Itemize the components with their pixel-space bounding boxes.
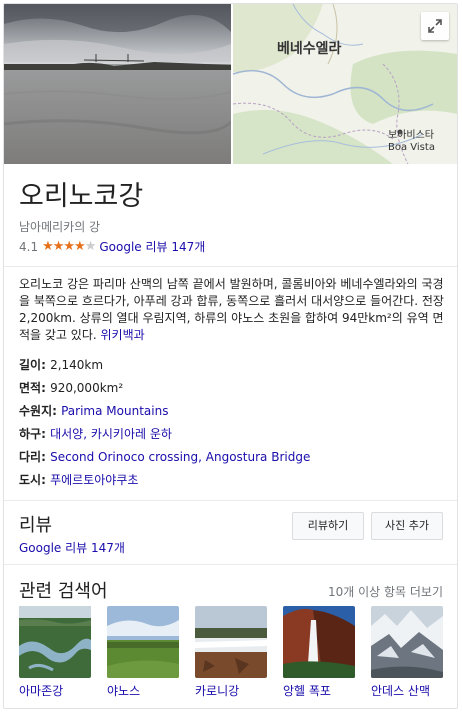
fact-label: 다리 [19, 450, 42, 464]
add-photo-button[interactable]: 사진 추가 [371, 512, 443, 540]
map-city-label-en: Boa Vista [388, 142, 435, 153]
related-item-label: 야노스 [107, 684, 141, 698]
map-thumbnail[interactable]: 베네수엘라 보아비스타 Boa Vista [233, 4, 457, 164]
river-thumbnail-icon [19, 606, 91, 678]
star-rating-icon: ★★★★★ [42, 239, 96, 254]
map-city-label: 보아비스타 Boa Vista [388, 130, 435, 154]
hero-images: 베네수엘라 보아비스타 Boa Vista [4, 4, 457, 164]
fact-source: 수원지: Parima Mountains [19, 404, 169, 418]
related-item-caroni[interactable]: 카로니강 [195, 606, 267, 699]
fact-label: 도시 [19, 473, 42, 487]
page-title: 오리노코강 [19, 181, 144, 212]
wikipedia-link[interactable]: 위키백과 [101, 328, 145, 342]
fact-label: 수원지 [19, 404, 53, 418]
related-item-amazon[interactable]: 아마존강 [19, 606, 91, 699]
grassland-thumbnail-icon [107, 606, 179, 678]
divider [4, 500, 457, 501]
related-item-label: 아마존강 [19, 684, 64, 698]
write-review-button[interactable]: 리뷰하기 [292, 512, 364, 540]
knowledge-panel: 베네수엘라 보아비스타 Boa Vista 오리노코강 남아메리카의 강 4.1… [3, 3, 458, 709]
divider [4, 266, 457, 267]
fact-link[interactable]: Second Orinoco crossing, Angostura Bridg… [50, 450, 310, 464]
related-item-andes[interactable]: 안데스 산맥 [371, 606, 443, 699]
fact-link[interactable]: 푸에르토아야쿠초 [50, 473, 138, 487]
related-item-angel-falls[interactable]: 앙헬 폭포 [283, 606, 355, 699]
related-list: 아마존강 야노스 카로니강 앙헬 폭포 안데스 산맥 [19, 606, 443, 699]
related-item-llanos[interactable]: 야노스 [107, 606, 179, 699]
entity-subtitle: 남아메리카의 강 [19, 220, 101, 234]
reviews-link[interactable]: Google 리뷰 147개 [99, 238, 205, 255]
fact-length: 길이: 2,140km [19, 358, 104, 372]
fact-label: 길이 [19, 358, 42, 372]
waterfall-river-thumbnail-icon [195, 606, 267, 678]
fact-bridges: 다리: Second Orinoco crossing, Angostura B… [19, 450, 311, 464]
fact-area: 면적: 920,000km² [19, 381, 124, 395]
fact-link[interactable]: Parima Mountains [61, 404, 168, 418]
rating-value: 4.1 [19, 239, 39, 254]
reviews-heading: 리뷰 [19, 515, 53, 536]
fact-label: 면적 [19, 381, 42, 395]
river-photo[interactable] [4, 4, 231, 164]
fact-cities: 도시: 푸에르토아야쿠초 [19, 473, 139, 487]
divider [4, 564, 457, 565]
angel-falls-thumbnail-icon [283, 606, 355, 678]
fact-label: 하구 [19, 427, 42, 441]
expand-icon [428, 19, 442, 33]
fact-mouth: 하구: 대서양, 카시키아레 운하 [19, 427, 172, 441]
map-city-label-ko: 보아비스타 [388, 130, 434, 141]
rating-row: 4.1 ★★★★★ Google 리뷰 147개 [19, 238, 205, 255]
mountain-thumbnail-icon [371, 606, 443, 678]
description: 오리노코 강은 파리마 산맥의 남쪽 끝에서 발원하며, 콜롬비아와 베네수엘라… [19, 276, 444, 344]
map-country-label: 베네수엘라 [277, 41, 342, 57]
fact-value: 920,000km² [50, 381, 124, 395]
fact-value: 2,140km [50, 358, 104, 372]
expand-map-button[interactable] [421, 12, 449, 40]
fact-link[interactable]: 대서양, 카시키아레 운하 [50, 427, 172, 441]
related-item-label: 앙헬 폭포 [283, 684, 331, 698]
facts-list: 길이: 2,140km 면적: 920,000km² 수원지: Parima M… [19, 356, 444, 494]
description-text: 오리노코 강은 파리마 산맥의 남쪽 끝에서 발원하며, 콜롬비아와 베네수엘라… [19, 277, 444, 342]
related-item-label: 카로니강 [195, 684, 240, 698]
more-related-link[interactable]: 10개 이상 항목 더보기 [328, 583, 443, 600]
related-item-label: 안데스 산맥 [371, 684, 431, 698]
reviews-count-link[interactable]: Google 리뷰 147개 [19, 539, 125, 556]
related-searches-heading: 관련 검색어 [19, 581, 108, 602]
